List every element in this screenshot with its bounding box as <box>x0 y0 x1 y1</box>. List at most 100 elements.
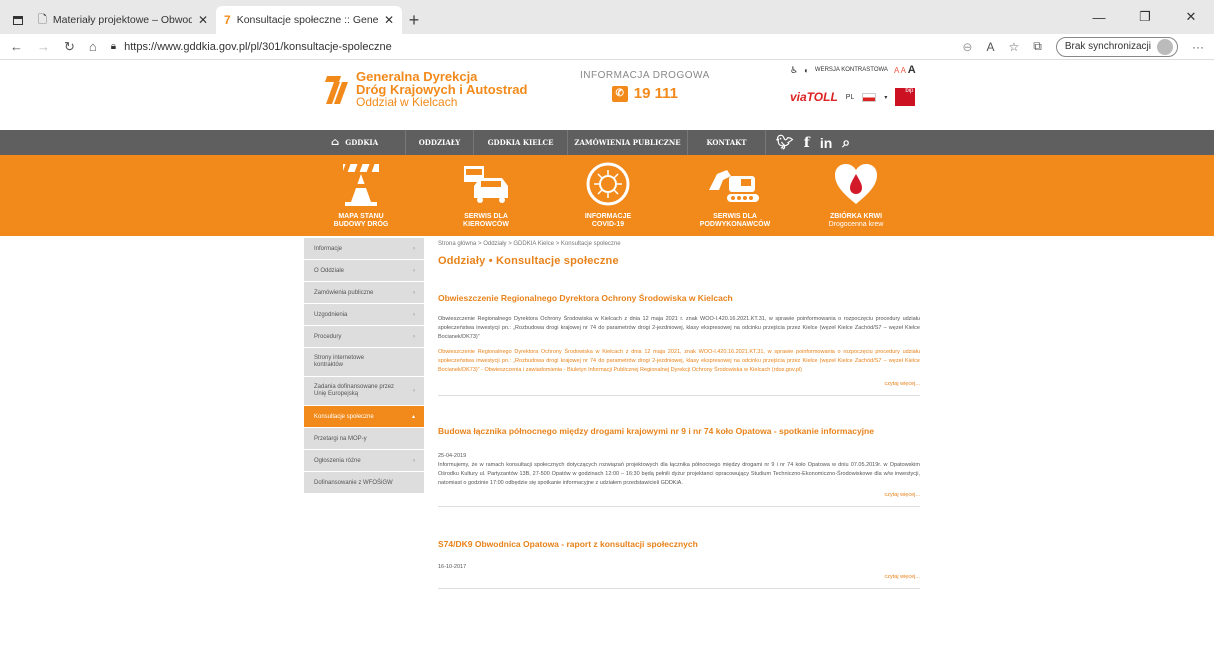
tab-materials[interactable]: 🗋 Materiały projektowe – Obwodn ✕ <box>30 6 216 34</box>
partner-links: viaTOLL PL ▾ bip <box>790 88 916 106</box>
sidebar-item-label: Dofinansowanie z WFOŚiGW <box>314 479 393 486</box>
sidebar-item-informacje[interactable]: Informacje › <box>304 238 424 260</box>
article-link[interactable]: Obwieszczenie Regionalnego Dyrektora Och… <box>438 348 920 375</box>
page-icon: 🗋 <box>38 13 47 26</box>
sidebar-item-label: Informacje <box>314 245 343 252</box>
bip-logo[interactable]: bip <box>895 88 916 106</box>
divider <box>438 506 920 507</box>
home-icon[interactable]: ⌂ <box>89 39 97 54</box>
contrast-link[interactable]: WERSJA KONTRASTOWA <box>815 67 888 73</box>
gddkia-logo[interactable]: Generalna Dyrekcja Dróg Krajowych i Auto… <box>322 70 527 109</box>
sidebar-item-label: Konsultacje społeczne <box>314 413 374 420</box>
facebook-icon[interactable]: f <box>804 135 810 151</box>
article-title[interactable]: Obwieszczenie Regionalnego Dyrektora Och… <box>438 293 920 303</box>
nav-zamowienia[interactable]: ZAMÓWIENIA PUBLICZNE <box>568 130 688 155</box>
sidebar-item-uzgodnienia[interactable]: Uzgodnienia › <box>304 304 424 326</box>
nav-kontakt[interactable]: KONTAKT <box>688 130 766 155</box>
tab-title: Konsultacje społeczne :: General <box>236 14 378 26</box>
close-window-icon[interactable]: ✕ <box>1168 0 1214 34</box>
gddkia-favicon-icon: 7 <box>224 13 231 27</box>
sidebar-item-ogloszenia[interactable]: Ogłoszenia różne › <box>304 450 424 472</box>
site-header: Generalna Dyrekcja Dróg Krajowych i Auto… <box>0 60 1214 130</box>
sidebar-item-zadania-ue[interactable]: Zadania dofinansowane przez Unię Europej… <box>304 377 424 406</box>
viatoll-logo[interactable]: viaTOLL <box>790 90 838 104</box>
sidebar-item-label: Zadania dofinansowane przez Unię Europej… <box>314 384 395 397</box>
roadworks-icon <box>316 159 406 209</box>
banner-label: COVID-19 <box>591 221 625 228</box>
restore-icon[interactable]: ❐ <box>1122 0 1168 34</box>
read-more-link[interactable]: czytaj więcej... <box>438 574 920 580</box>
nav-label: KONTAKT <box>706 138 747 147</box>
read-more-link[interactable]: czytaj więcej... <box>438 381 920 387</box>
sidebar-item-label: Strony internetowe kontraktów <box>314 355 365 368</box>
article-title[interactable]: S74/DK9 Obwodnica Opatowa - raport z kon… <box>438 539 920 549</box>
zoom-icon[interactable]: ⊖ <box>962 40 972 54</box>
truck-car-icon <box>441 159 531 209</box>
sync-button[interactable]: Brak synchronizacji <box>1055 36 1178 57</box>
nav-gddkia[interactable]: ⌂ GDDKIA <box>304 130 406 155</box>
forward-icon[interactable]: → <box>37 39 50 54</box>
info-number: 19 111 <box>633 85 678 102</box>
main-nav: ⌂ GDDKIA ODDZIAŁY GDDKIA KIELCE ZAMÓWIENI… <box>0 130 1214 155</box>
linkedin-icon[interactable]: in <box>820 135 832 151</box>
minimize-icon[interactable]: — <box>1076 0 1122 34</box>
link-zbiorka-krwi[interactable]: ZBIÓRKA KRWI Drogocenna krew <box>811 159 901 229</box>
sidebar-menu: Informacje › O Oddziale › Zamówienia publi… <box>304 238 424 494</box>
article-date: 16-10-2017 <box>438 564 467 570</box>
link-mapa-budowy[interactable]: MAPA STANU BUDOWY DRÓG <box>316 159 406 229</box>
nav-label: GDDKIA <box>345 138 379 147</box>
sidebar-item-label: Zamówienia publiczne <box>314 289 374 296</box>
sidebar-item-wfosigw[interactable]: Dofinansowanie z WFOŚiGW <box>304 472 424 494</box>
tab-konsultacje[interactable]: 7 Konsultacje społeczne :: General ✕ <box>216 6 402 34</box>
read-aloud-icon[interactable]: A <box>986 40 994 54</box>
sidebar-item-zamowienia[interactable]: Zamówienia publiczne › <box>304 282 424 304</box>
tab-actions-icon[interactable] <box>6 6 30 34</box>
sidebar-item-strony-kontraktow[interactable]: Strony internetowe kontraktów <box>304 348 424 377</box>
sidebar-item-przetargi-mop[interactable]: Przetargi na MOP-y <box>304 428 424 450</box>
more-icon[interactable]: ··· <box>1192 40 1204 54</box>
tab-title: Materiały projektowe – Obwodn <box>52 14 192 26</box>
sidebar-item-konsultacje[interactable]: Konsultacje społeczne ▴ <box>304 406 424 428</box>
back-icon[interactable]: ← <box>10 39 23 54</box>
collections-icon[interactable]: ⧉ <box>1033 39 1042 54</box>
phone-icon: ✆ <box>611 85 628 102</box>
nav-gddkia-kielce[interactable]: GDDKIA KIELCE <box>474 130 568 155</box>
font-sizes: A A <box>893 66 906 75</box>
close-tab-icon[interactable]: ✕ <box>384 13 394 27</box>
pl-flag-icon[interactable] <box>862 92 877 102</box>
nav-oddzialy[interactable]: ODDZIAŁY <box>406 130 474 155</box>
font-size-toggle[interactable]: A A A <box>894 64 916 76</box>
info-label: INFORMACJA DROGOWA <box>580 70 710 81</box>
logo-mark-icon <box>322 76 349 104</box>
chevron-right-icon: › <box>413 311 415 318</box>
link-podwykonawcy[interactable]: SERWIS DLA PODWYKONAWCÓW <box>690 159 780 229</box>
close-tab-icon[interactable]: ✕ <box>198 13 208 27</box>
chevron-right-icon: › <box>413 333 415 340</box>
chevron-right-icon: › <box>413 457 415 464</box>
browser-tab-bar: 🗋 Materiały projektowe – Obwodn ✕ 7 Kons… <box>0 0 1214 34</box>
refresh-icon[interactable]: ↻ <box>64 39 75 55</box>
link-covid[interactable]: INFORMACJE COVID-19 <box>563 159 653 229</box>
favorites-icon[interactable]: ☆ <box>1009 40 1020 54</box>
chevron-down-icon[interactable]: ▾ <box>884 94 887 101</box>
link-serwis-kierowcow[interactable]: SERWIS DLA KIEROWCÓW <box>441 159 531 229</box>
url-field[interactable]: 🔒︎ https://www.gddkia.gov.pl/pl/301/kons… <box>111 41 949 53</box>
banner-label: KIEROWCÓW <box>463 221 509 228</box>
banner-label: PODWYKONAWCÓW <box>699 221 771 228</box>
new-tab-button[interactable]: + <box>402 6 426 34</box>
sidebar-item-o-oddziale[interactable]: O Oddziale › <box>304 260 424 282</box>
contrast-icon: ◐ <box>804 65 809 75</box>
lock-icon: 🔒︎ <box>110 41 117 52</box>
accessibility-icon[interactable]: ♿︎ <box>790 65 798 76</box>
read-more-link[interactable]: czytaj więcej... <box>438 492 920 498</box>
banner-label: ZBIÓRKA KRWI <box>829 213 883 220</box>
divider <box>438 588 920 589</box>
search-icon[interactable]: ⌕ <box>842 134 850 151</box>
article-title[interactable]: Budowa łącznika północnego między drogam… <box>438 426 920 436</box>
chevron-right-icon: › <box>413 245 415 252</box>
breadcrumb[interactable]: Strona główna > Oddziały > GDDKIA Kielce… <box>438 241 920 247</box>
twitter-icon[interactable]: 🐦︎ <box>776 134 794 151</box>
address-bar: ← → ↻ ⌂ 🔒︎ https://www.gddkia.gov.pl/pl/… <box>0 34 1214 60</box>
lang-label[interactable]: PL <box>846 94 855 101</box>
sidebar-item-procedury[interactable]: Procedury › <box>304 326 424 348</box>
